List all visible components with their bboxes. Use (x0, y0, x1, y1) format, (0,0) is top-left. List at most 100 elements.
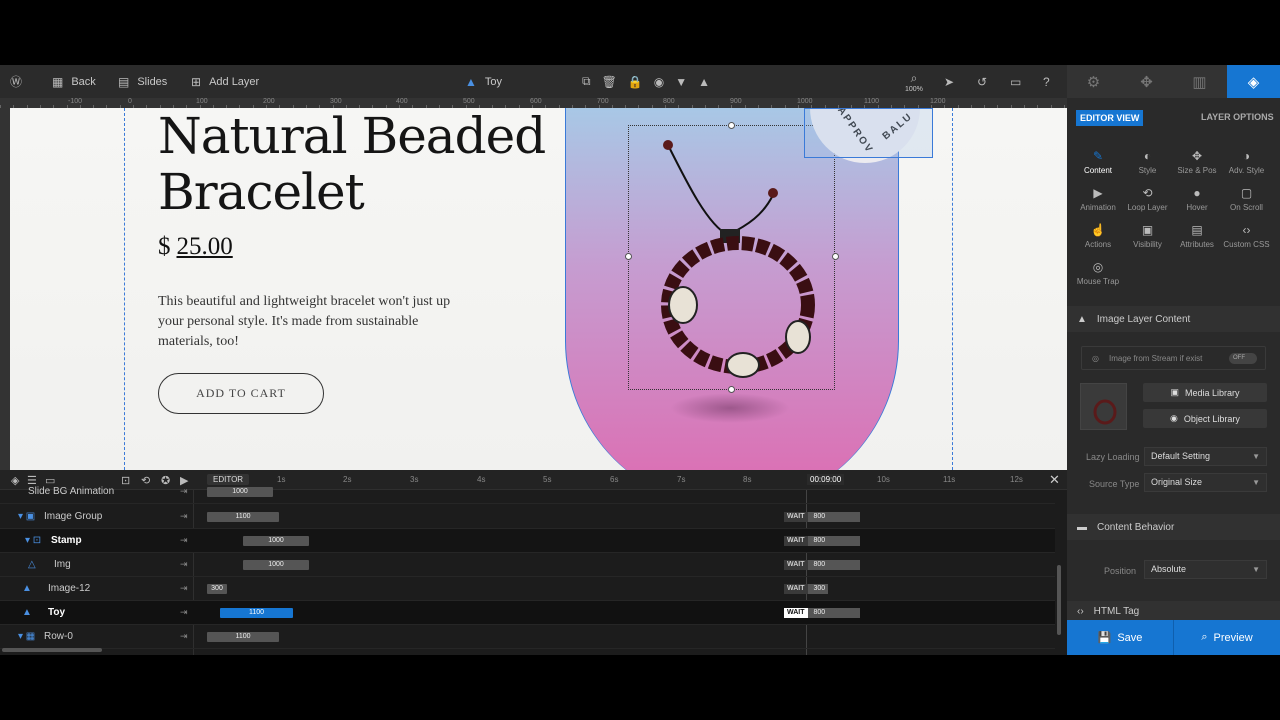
resize-handle-bottom[interactable] (728, 386, 735, 393)
timeline-row[interactable]: ▲ Image-12 ⇥ 300 WAIT 300 (0, 577, 1055, 601)
timeline-row[interactable]: Slide BG Animation ⇥ 1000 (0, 480, 1055, 504)
undo-button[interactable]: ↺ (977, 65, 987, 98)
wait-label: WAIT (784, 512, 808, 522)
animation-bar[interactable]: 1000 (243, 536, 309, 546)
timeline-layer-name: Row-0 (44, 631, 73, 642)
currency-symbol: $ (158, 233, 171, 260)
wait-label: WAIT (784, 536, 808, 546)
wait-bar[interactable]: WAIT 800 (784, 560, 860, 570)
add-to-cart-button[interactable]: ADD TO CART (158, 373, 324, 414)
resize-handle-top[interactable] (728, 122, 735, 129)
align-arrow-icon[interactable]: ⇥ (180, 559, 188, 570)
ruler-label: 100 (196, 98, 208, 105)
slides-button[interactable]: ▤ Slides (118, 65, 167, 98)
chevron-down-icon[interactable]: ▼ (675, 75, 687, 89)
option-label: Mouse Trap (1076, 277, 1120, 286)
wordpress-logo-button[interactable]: Ⓦ (10, 65, 22, 98)
option-mouse-trap[interactable]: ◎ Mouse Trap (1068, 260, 1128, 286)
animation-bar[interactable]: 1100 (220, 608, 293, 618)
media-library-button[interactable]: ▣ Media Library (1143, 383, 1267, 402)
select-tool-button[interactable]: ➤ (944, 65, 954, 98)
save-button[interactable]: 💾 Save (1067, 620, 1173, 655)
content-behavior-section[interactable]: ▬ Content Behavior (1067, 514, 1280, 540)
ruler-label: 400 (396, 98, 408, 105)
vertical-scrollbar[interactable] (1057, 565, 1061, 635)
lazy-loading-select[interactable]: Default Setting ▼ (1144, 447, 1267, 466)
wait-bar[interactable]: WAIT 800 (784, 536, 860, 546)
wait-label: WAIT (784, 608, 808, 618)
section-label: Content Behavior (1097, 521, 1175, 533)
product-title[interactable]: Natural Beaded Bracelet (158, 108, 546, 220)
stream-toggle[interactable]: OFF (1229, 353, 1257, 364)
horizontal-scrollbar[interactable] (2, 648, 102, 652)
layer-type-icon: ▲ (22, 583, 32, 594)
layer-options-panel: ⚙ ✥ ▥ ◈ EDITOR VIEW LAYER OPTIONS ✎ Conte… (1067, 65, 1280, 655)
zoom-control[interactable]: ⌕ 100% (905, 65, 923, 98)
wait-bar[interactable]: WAIT 800 (784, 512, 860, 522)
duplicate-icon[interactable]: ⧉ (582, 74, 591, 89)
position-select[interactable]: Absolute ▼ (1144, 560, 1267, 579)
device-button[interactable]: ▭ (1010, 65, 1021, 98)
lazy-loading-label: Lazy Loading (1086, 452, 1140, 462)
timeline-row[interactable]: ▾ ▦ Row-0 ⇥ 1100 (0, 625, 1055, 649)
lazy-loading-value: Default Setting (1151, 451, 1211, 461)
slide-canvas[interactable]: Natural Beaded Bracelet $25.00 This beau… (10, 108, 1067, 470)
animation-bar[interactable]: 300 (207, 584, 227, 594)
product-price[interactable]: $25.00 (158, 233, 233, 261)
resize-handle-left[interactable] (625, 253, 632, 260)
tab-slide[interactable]: ▥ (1173, 65, 1226, 98)
tab-layers[interactable]: ◈ (1227, 65, 1280, 98)
chevron-up-icon[interactable]: ▲ (698, 75, 710, 89)
ruler-label: 1200 (930, 98, 946, 105)
align-arrow-icon[interactable]: ⇥ (180, 607, 188, 618)
visibility-icon[interactable]: ◉ (654, 75, 664, 89)
add-layer-button[interactable]: ⊞ Add Layer (191, 65, 259, 98)
option-label: Actions (1084, 240, 1112, 249)
vertical-ruler (0, 108, 10, 470)
timeline-layer-name: Image Group (44, 511, 103, 522)
align-arrow-icon[interactable]: ⇥ (180, 535, 188, 546)
wait-bar[interactable]: WAIT 300 (784, 584, 828, 594)
help-button[interactable]: ? (1043, 65, 1050, 98)
option-adv-style[interactable]: ◑ Adv. Style (1217, 149, 1277, 175)
align-arrow-icon[interactable]: ⇥ (180, 631, 188, 642)
ruler-label: 700 (597, 98, 609, 105)
lock-icon[interactable]: 🔒 (628, 75, 643, 89)
product-description[interactable]: This beautiful and lightweight bracelet … (158, 292, 458, 352)
source-type-select[interactable]: Original Size ▼ (1144, 473, 1267, 492)
image-layer-content-section[interactable]: ▲ Image Layer Content (1067, 306, 1280, 332)
preview-button[interactable]: ⌕ Preview (1173, 620, 1280, 655)
align-arrow-icon[interactable]: ⇥ (180, 511, 188, 522)
option-label: Style (1138, 166, 1157, 175)
html-tag-section[interactable]: ‹› HTML Tag (1067, 601, 1280, 621)
layer-type-icon: ▲ (22, 607, 32, 618)
editor-view-button[interactable]: EDITOR VIEW (1076, 110, 1144, 126)
align-arrow-icon[interactable]: ⇥ (180, 486, 188, 497)
option-label: Visibility (1133, 240, 1162, 249)
timeline-row[interactable]: ▾ ⊡ Stamp ⇥ 1000 WAIT 800 (0, 529, 1055, 553)
ruler-label: 200 (263, 98, 275, 105)
animation-bar[interactable]: 1100 (207, 512, 279, 522)
option-on-scroll[interactable]: ▢ On Scroll (1217, 186, 1277, 212)
object-library-button[interactable]: ◉ Object Library (1143, 409, 1267, 428)
back-button[interactable]: ▦ Back (52, 65, 96, 98)
behavior-icon: ▬ (1077, 521, 1087, 533)
position-value: Absolute (1151, 564, 1187, 574)
section-label: Image Layer Content (1096, 313, 1191, 325)
tab-slider-settings[interactable]: ⚙ (1067, 65, 1120, 98)
delete-icon[interactable]: 🗑 (602, 75, 617, 89)
option-custom-css[interactable]: ‹› Custom CSS (1217, 223, 1277, 249)
timeline-row[interactable]: ▾ ▣ Image Group ⇥ 1100 WAIT 800 (0, 505, 1055, 529)
align-arrow-icon[interactable]: ⇥ (180, 583, 188, 594)
option-label: Content (1083, 166, 1113, 175)
tab-navigation[interactable]: ✥ (1120, 65, 1173, 98)
animation-bar[interactable]: 1000 (243, 560, 309, 570)
current-layer-selector[interactable]: ▲ Toy (465, 65, 502, 98)
animation-bar[interactable]: 1000 (207, 487, 273, 497)
animation-bar[interactable]: 1100 (207, 632, 279, 642)
timeline-row[interactable]: ▲ Toy ⇥ 1100 WAIT 800 (0, 601, 1055, 625)
image-thumbnail[interactable] (1080, 383, 1127, 430)
timeline-row[interactable]: △ Img ⇥ 1000 WAIT 800 (0, 553, 1055, 577)
wait-bar[interactable]: WAIT 800 (784, 608, 860, 618)
resize-handle-right[interactable] (832, 253, 839, 260)
